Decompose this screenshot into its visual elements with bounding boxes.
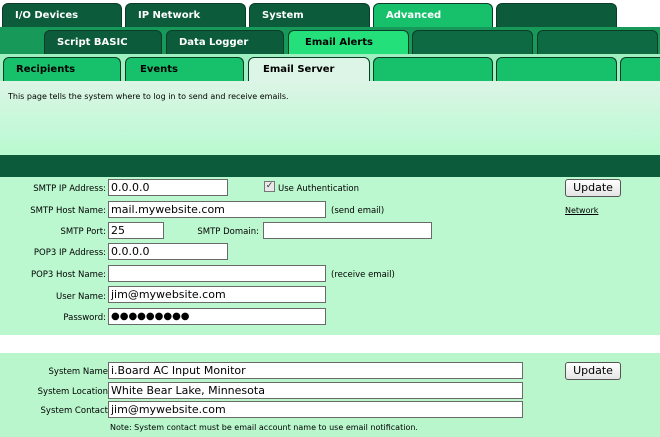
- smtp-domain-label: SMTP Domain:: [197, 227, 259, 237]
- system-location-input[interactable]: White Bear Lake, Minnesota: [108, 382, 523, 399]
- password-label: Password:: [63, 313, 106, 323]
- smtp-port-label: SMTP Port:: [60, 227, 106, 237]
- use-authentication-label: Use Authentication: [278, 184, 359, 194]
- pop3-host-input[interactable]: [108, 265, 326, 282]
- pop3-ip-input[interactable]: 0.0.0.0: [108, 243, 228, 260]
- tab-data-logger[interactable]: Data Logger: [166, 30, 284, 54]
- system-contact-input[interactable]: jim@mywebsite.com: [108, 401, 523, 418]
- smtp-domain-input[interactable]: [263, 222, 432, 239]
- tab-blank-5: [496, 57, 617, 81]
- smtp-ip-input[interactable]: 0.0.0.0: [108, 179, 228, 196]
- tab-blank-4: [373, 57, 493, 81]
- tab-script-basic[interactable]: Script BASIC: [44, 30, 162, 54]
- tab-system[interactable]: System: [249, 3, 370, 27]
- system-location-label: System Location: [37, 387, 108, 397]
- panel-separator: [0, 335, 660, 353]
- intro-text: This page tells the system where to log …: [8, 92, 289, 101]
- smtp-port-input[interactable]: 25: [108, 222, 164, 239]
- user-name-input[interactable]: jim@mywebsite.com: [108, 286, 326, 303]
- tab-recipients[interactable]: Recipients: [3, 57, 121, 81]
- tab-blank-6: [620, 57, 660, 81]
- user-name-label: User Name:: [55, 292, 106, 302]
- tab-email-alerts[interactable]: Email Alerts: [288, 30, 409, 57]
- network-link[interactable]: Network: [565, 206, 598, 215]
- email-tab-row: Recipients Events Email Server: [0, 54, 660, 84]
- smtp-host-input[interactable]: mail.mywebsite.com: [108, 201, 326, 218]
- update-email-server-button[interactable]: Update: [565, 179, 621, 197]
- password-input[interactable]: ●●●●●●●●●: [108, 308, 326, 325]
- tab-io-devices[interactable]: I/O Devices: [2, 3, 122, 27]
- smtp-host-label: SMTP Host Name:: [30, 206, 106, 216]
- tab-email-server[interactable]: Email Server: [248, 57, 370, 84]
- pop3-ip-label: POP3 IP Address:: [33, 248, 106, 258]
- send-email-hint: (send email): [331, 206, 385, 216]
- system-name-input[interactable]: i.Board AC Input Monitor: [108, 362, 523, 379]
- pop3-host-label: POP3 Host Name:: [30, 270, 106, 280]
- system-contact-label: System Contact: [40, 406, 108, 416]
- section-header-bar: [0, 155, 660, 177]
- main-tab-row: I/O Devices IP Network System Advanced: [0, 0, 660, 30]
- tab-advanced[interactable]: Advanced: [373, 3, 493, 30]
- update-system-button[interactable]: Update: [565, 362, 621, 380]
- use-authentication-checkbox[interactable]: ✓: [264, 181, 275, 192]
- tab-blank-3: [537, 30, 658, 54]
- system-contact-note: Note: System contact must be email accou…: [110, 423, 418, 432]
- receive-email-hint: (receive email): [331, 270, 395, 280]
- advanced-tab-row: Script BASIC Data Logger Email Alerts: [0, 27, 660, 57]
- tab-events[interactable]: Events: [125, 57, 244, 81]
- tab-blank-2: [412, 30, 533, 54]
- tab-blank-1: [496, 3, 617, 27]
- smtp-ip-label: SMTP IP Address:: [33, 184, 106, 194]
- system-name-label: System Name: [48, 367, 108, 377]
- tab-ip-network[interactable]: IP Network: [125, 3, 246, 27]
